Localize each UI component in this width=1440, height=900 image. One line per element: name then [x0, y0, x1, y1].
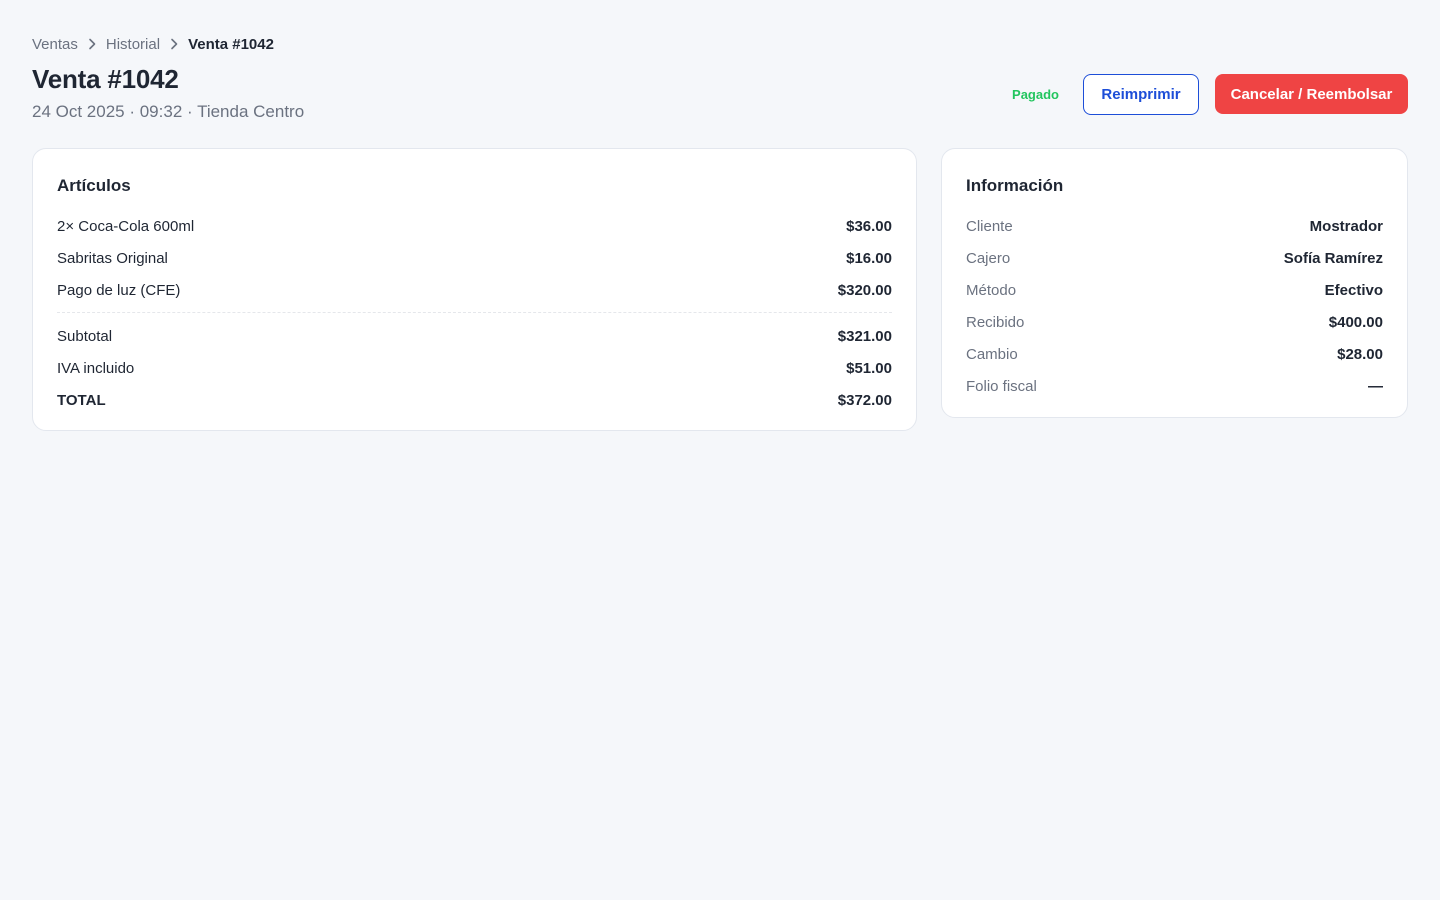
info-label: Folio fiscal: [966, 377, 1037, 395]
info-value: $400.00: [1328, 313, 1383, 331]
cancel-refund-button[interactable]: Cancelar / Reembolsar: [1215, 74, 1408, 114]
info-row-cajero: Cajero Sofía Ramírez: [966, 242, 1383, 274]
items-card-title: Artículos: [57, 176, 131, 195]
subtotal-label: Subtotal: [57, 327, 113, 345]
info-card-title: Información: [966, 176, 1064, 195]
info-value: Efectivo: [1324, 281, 1383, 299]
page-subtitle: 24 Oct 2025 · 09:32 · Tienda Centro: [32, 102, 305, 121]
breadcrumb-item-historial[interactable]: Historial: [106, 36, 160, 53]
info-label: Método: [966, 281, 1017, 299]
item-name: Sabritas Original: [57, 249, 168, 267]
list-item: Pago de luz (CFE) $320.00: [57, 274, 892, 306]
info-label: Cambio: [966, 345, 1018, 363]
breadcrumb-item-current: Venta #1042: [188, 35, 274, 53]
info-row-cambio: Cambio $28.00: [966, 338, 1383, 370]
divider: [57, 312, 892, 313]
sale-detail-page: Ventas Historial Venta #1042 Venta #1042…: [0, 0, 1440, 900]
info-value: —: [1368, 377, 1383, 395]
item-name: 2× Coca-Cola 600ml: [57, 217, 195, 235]
list-item: 2× Coca-Cola 600ml $36.00: [57, 210, 892, 242]
total-row: TOTAL $372.00: [57, 384, 892, 416]
item-amount: $16.00: [846, 249, 892, 267]
info-value: $28.00: [1337, 345, 1383, 363]
total-label: TOTAL: [57, 391, 106, 409]
total-value: $372.00: [837, 391, 892, 409]
item-amount: $36.00: [846, 217, 892, 235]
breadcrumb: Ventas Historial Venta #1042: [32, 34, 274, 54]
subtotal-row: Subtotal $321.00: [57, 320, 892, 352]
item-amount: $320.00: [837, 281, 892, 299]
info-value: Sofía Ramírez: [1283, 249, 1383, 267]
subtotal-value: $321.00: [837, 327, 892, 345]
info-label: Cajero: [966, 249, 1011, 267]
iva-row: IVA incluido $51.00: [57, 352, 892, 384]
info-value: Mostrador: [1309, 217, 1383, 235]
info-row-cliente: Cliente Mostrador: [966, 210, 1383, 242]
list-item: Sabritas Original $16.00: [57, 242, 892, 274]
breadcrumb-item-ventas[interactable]: Ventas: [32, 36, 78, 53]
iva-value: $51.00: [846, 359, 892, 377]
header-actions: Pagado Reimprimir Cancelar / Reembolsar: [1012, 73, 1408, 115]
info-row-recibido: Recibido $400.00: [966, 306, 1383, 338]
chevron-right-icon: [160, 37, 188, 51]
info-row-folio-fiscal: Folio fiscal —: [966, 370, 1383, 402]
iva-label: IVA incluido: [57, 359, 135, 377]
page-title: Venta #1042: [32, 64, 179, 94]
status-badge: Pagado: [1012, 86, 1059, 102]
info-label: Recibido: [966, 313, 1025, 331]
item-name: Pago de luz (CFE): [57, 281, 181, 299]
chevron-right-icon: [78, 37, 106, 51]
info-row-metodo: Método Efectivo: [966, 274, 1383, 306]
items-card: Artículos 2× Coca-Cola 600ml $36.00 Sabr…: [32, 148, 917, 431]
info-label: Cliente: [966, 217, 1013, 235]
reprint-button[interactable]: Reimprimir: [1083, 73, 1199, 115]
info-card: Información Cliente Mostrador Cajero Sof…: [941, 148, 1408, 418]
